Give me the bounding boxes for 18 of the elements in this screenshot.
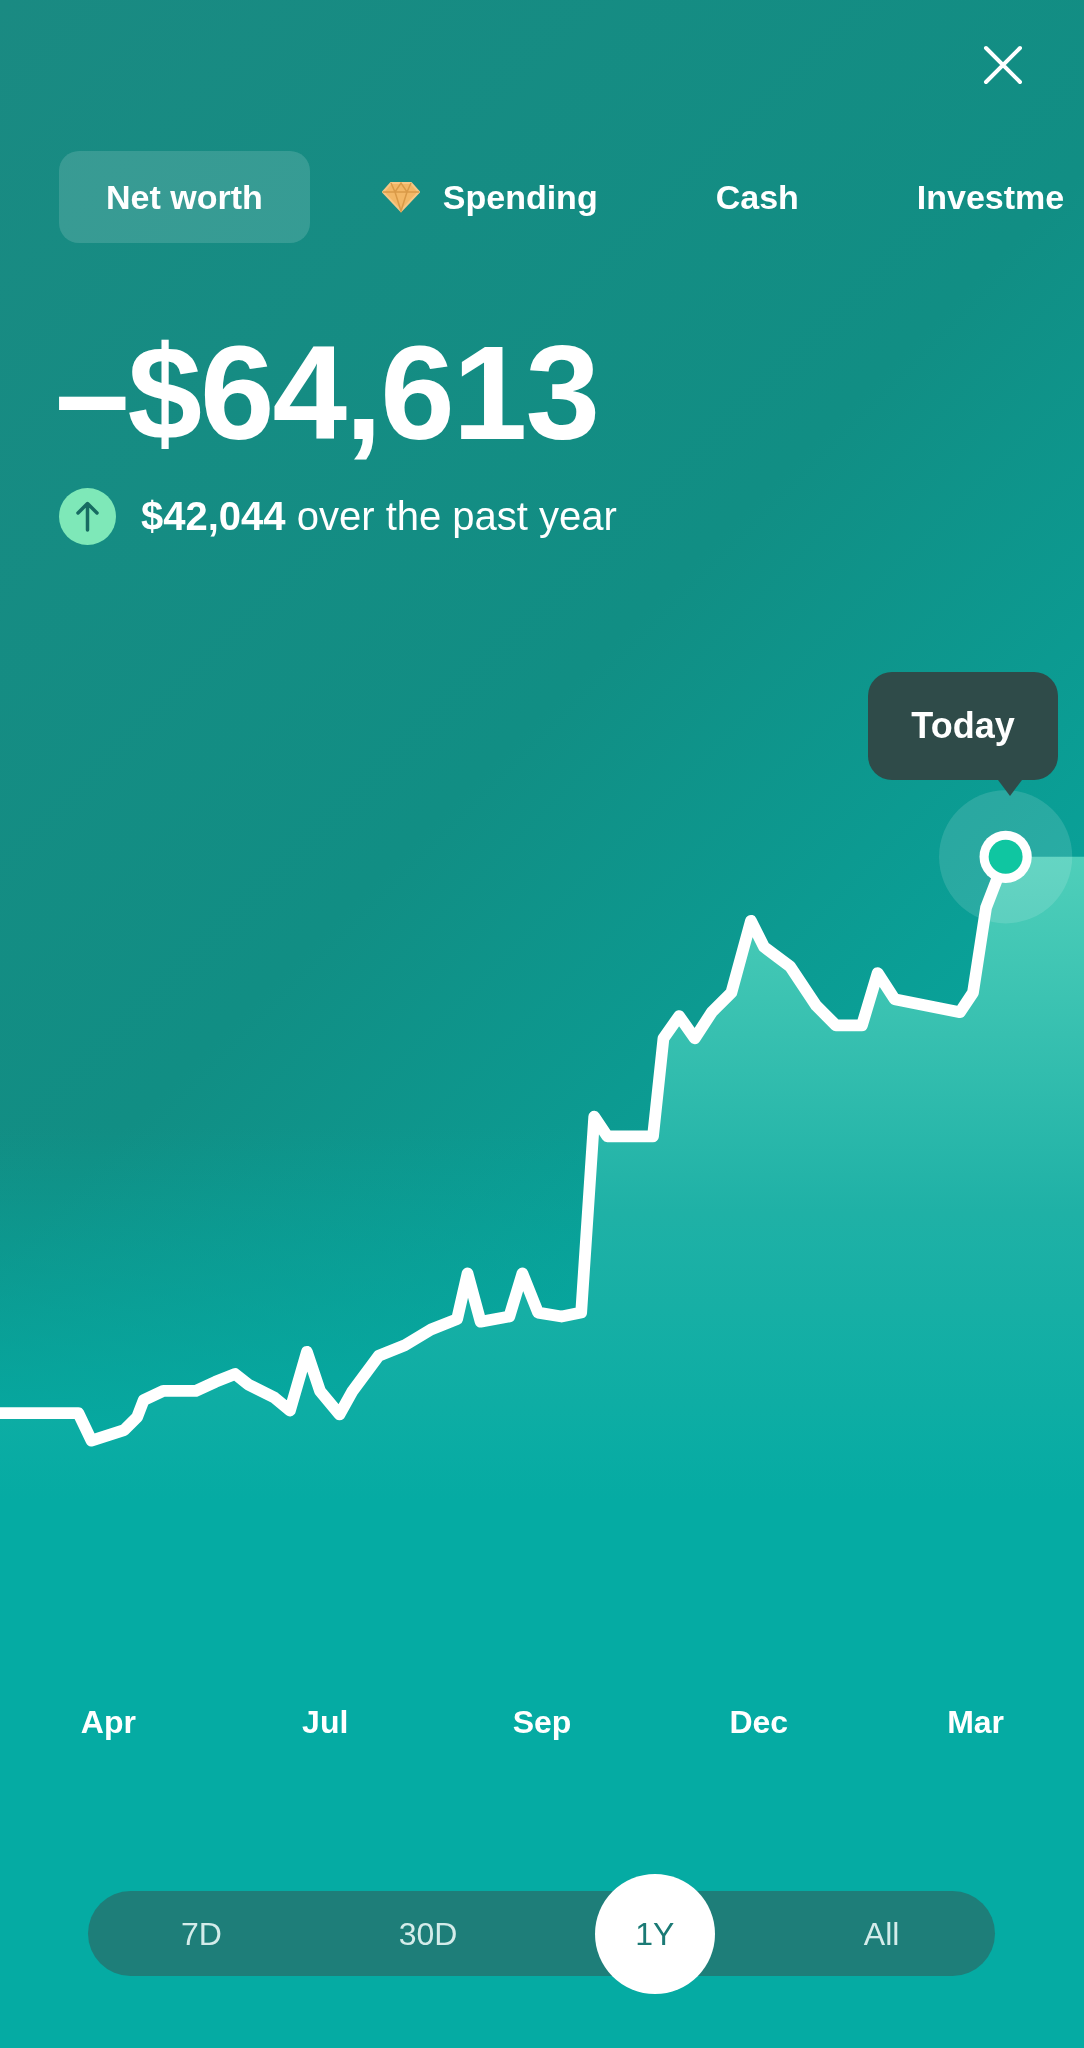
change-text: $42,044 over the past year xyxy=(141,493,617,540)
diamond-icon xyxy=(380,181,421,213)
category-tab[interactable]: Net worth xyxy=(59,151,310,243)
axis-label: Apr xyxy=(80,1703,136,1742)
today-tooltip: Today xyxy=(868,672,1058,796)
category-tab[interactable]: Cash xyxy=(668,151,846,243)
axis-label: Sep xyxy=(512,1703,572,1742)
range-button[interactable]: 1Y xyxy=(594,1873,715,1994)
axis-label: Jul xyxy=(302,1703,349,1742)
axis-label: Dec xyxy=(729,1703,789,1742)
net-worth-amount: –$64,613 xyxy=(55,323,599,463)
category-tab[interactable]: Spending xyxy=(333,151,645,243)
range-button[interactable]: 7D xyxy=(141,1891,262,1976)
range-button[interactable]: All xyxy=(821,1891,942,1976)
range-button[interactable]: 30D xyxy=(368,1891,489,1976)
category-tab[interactable]: Investme xyxy=(869,151,1084,243)
axis-label: Mar xyxy=(947,1703,1005,1742)
close-icon xyxy=(983,45,1023,85)
